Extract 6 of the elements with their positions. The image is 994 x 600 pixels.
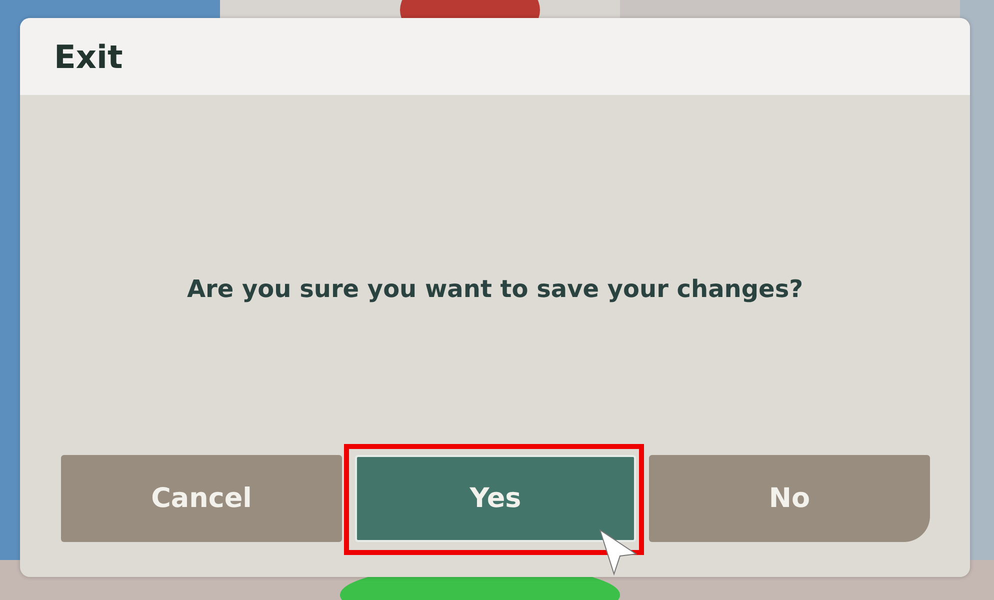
dialog-title: Exit	[54, 38, 123, 76]
dialog-button[interactable]: Cancel	[61, 455, 342, 542]
cursor-icon	[598, 528, 638, 578]
dialog-message: Are you sure you want to save your changes?	[186, 275, 804, 303]
dialog-button[interactable]: Yes	[355, 455, 636, 542]
dialog-button[interactable]: No	[649, 455, 930, 542]
